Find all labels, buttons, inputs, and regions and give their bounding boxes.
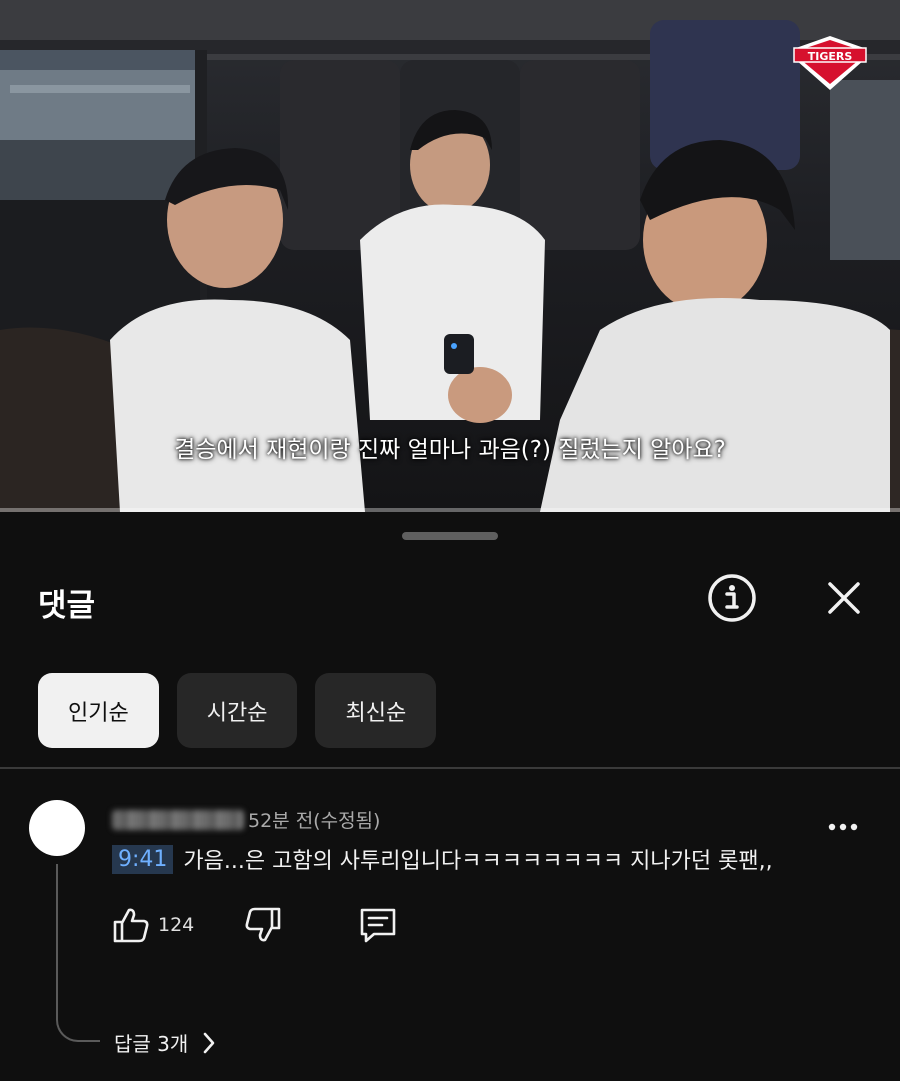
close-icon: [828, 582, 860, 614]
comment-body: 9:41 가음...은 고함의 사투리입니다ㅋㅋㅋㅋㅋㅋㅋㅋ 지나가던 롯팬,,: [112, 843, 773, 875]
comment-text: 가음...은 고함의 사투리입니다ㅋㅋㅋㅋㅋㅋㅋㅋ 지나가던 롯팬,,: [183, 849, 773, 874]
like-button[interactable]: 124: [112, 906, 194, 944]
video-subtitle: 결승에서 재현이랑 진짜 얼마나 과음(?) 질렀는지 알아요?: [174, 437, 726, 463]
view-replies-link[interactable]: 답글 3개: [114, 1028, 216, 1057]
tigers-logo: TIGERS: [793, 36, 867, 90]
timestamp-link[interactable]: 9:41: [112, 844, 174, 874]
drag-handle[interactable]: [402, 532, 498, 540]
info-circle-icon: [708, 574, 756, 622]
comment-meta: 52분 전(수정됨): [112, 806, 380, 833]
reply-button[interactable]: [358, 906, 398, 944]
chevron-right-icon: [203, 1032, 215, 1053]
replies-label: 답글 3개: [114, 1032, 189, 1056]
sort-chips: 인기순 시간순 최신순: [38, 673, 437, 748]
reply-comment-icon: [360, 908, 396, 943]
video-player[interactable]: TIGERS 결승에서 재현이랑 진짜 얼마나 과음(?) 질렀는지 알아요?: [0, 0, 900, 512]
more-vert-icon: [828, 823, 858, 831]
comments-sheet: 댓글 인기순 시간순 최신순 52분 전(수정됨) 9:41 가음...은 고함…: [0, 512, 900, 1081]
avatar[interactable]: [29, 800, 85, 856]
thumbs-up-icon: [113, 908, 149, 943]
like-count: 124: [158, 914, 195, 936]
dislike-button[interactable]: [244, 906, 282, 944]
info-button[interactable]: [704, 570, 760, 626]
close-button[interactable]: [816, 570, 872, 626]
sort-chip-newest[interactable]: 최신순: [315, 673, 437, 748]
comment-time-ago: 52분 전(수정됨): [248, 810, 381, 832]
more-options-button[interactable]: [820, 812, 866, 842]
comment-actions: 124: [112, 906, 432, 946]
sort-chip-popular[interactable]: 인기순: [38, 673, 159, 748]
divider: [0, 767, 900, 769]
sort-chip-time[interactable]: 시간순: [176, 673, 298, 748]
thumbs-down-icon: [245, 907, 281, 942]
comments-title: 댓글: [38, 588, 96, 624]
author-name-blurred[interactable]: [112, 809, 244, 830]
thread-line: [56, 864, 100, 1042]
svg-text:TIGERS: TIGERS: [808, 50, 853, 63]
